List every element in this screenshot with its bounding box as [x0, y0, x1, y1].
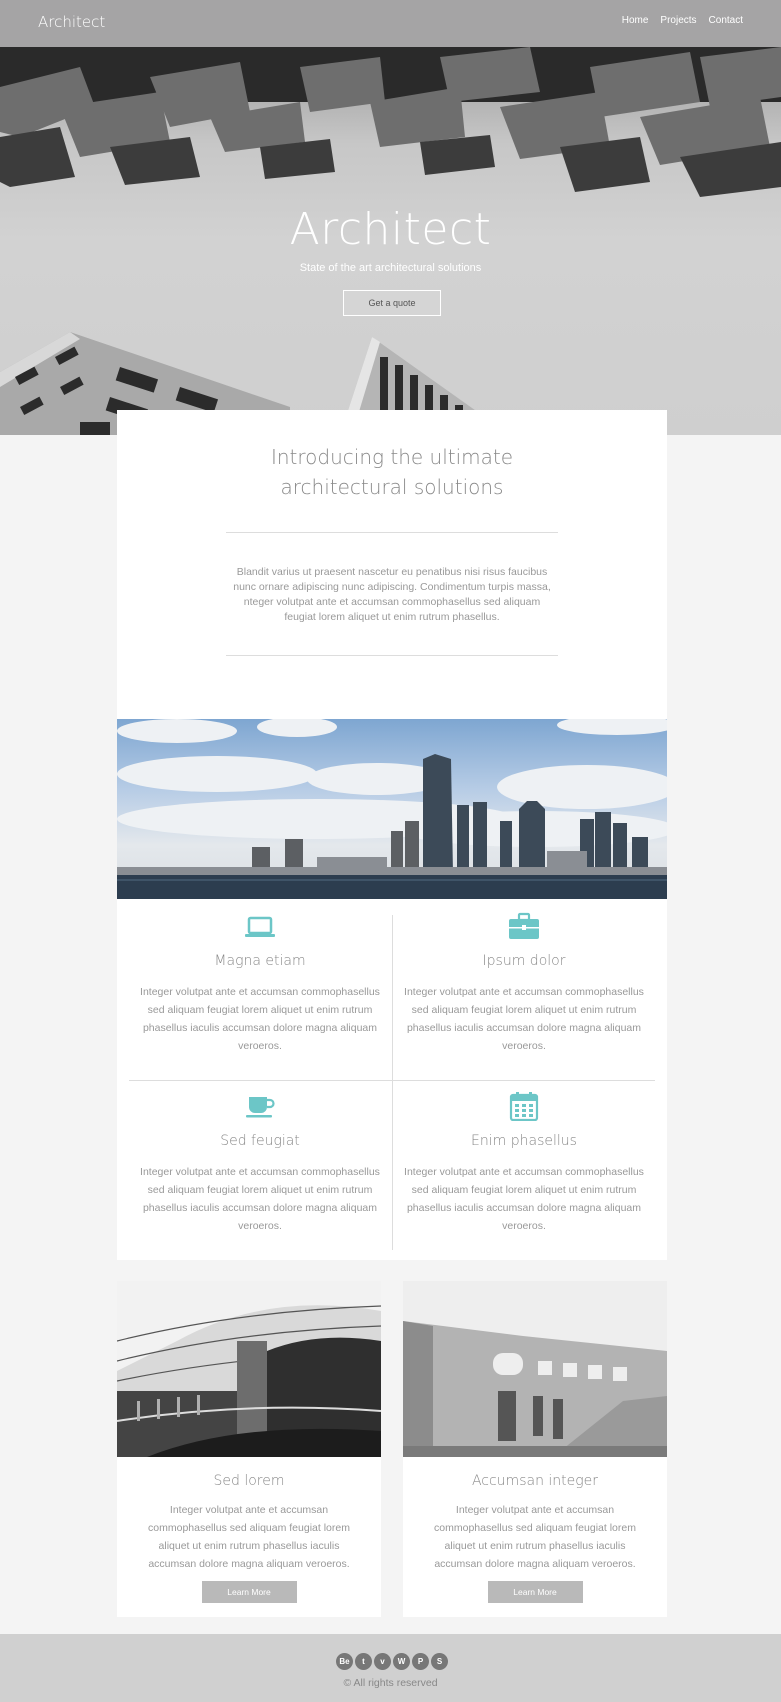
main-nav: Home Projects Contact [622, 15, 743, 26]
copyright-text: © All rights reserved [343, 1677, 438, 1689]
briefcase-icon [507, 911, 541, 941]
top-navbar: Architect Home Projects Contact [0, 0, 781, 47]
hero-banner: Architect State of the art architectural… [0, 47, 781, 435]
feature-text: Integer volutpat ante et accumsan commop… [140, 986, 380, 1052]
intro-heading: Introducing the ultimate architectural s… [270, 445, 514, 499]
nav-contact-link[interactable]: Contact [709, 15, 743, 26]
city-skyline-image [117, 719, 667, 899]
feature-title: Sed feugiat [220, 1133, 300, 1149]
vimeo-icon[interactable]: v [374, 1653, 391, 1670]
card-text: Integer volutpat ante et accumsan commop… [148, 1504, 350, 1570]
card-title: Accumsan integer [471, 1473, 599, 1489]
feature-item: Magna etiam Integer volutpat ante et acc… [129, 911, 391, 1055]
feature-item: Ipsum dolor Integer volutpat ante et acc… [393, 911, 655, 1055]
main-panel: Introducing the ultimate architectural s… [117, 410, 667, 1260]
nav-home-link[interactable]: Home [622, 15, 649, 26]
pinterest-icon[interactable]: P [412, 1653, 429, 1670]
laptop-icon [243, 911, 277, 941]
features-grid: Magna etiam Integer volutpat ante et acc… [117, 899, 667, 1260]
coffee-cup-icon [243, 1091, 277, 1121]
feature-item: Sed feugiat Integer volutpat ante et acc… [129, 1091, 391, 1235]
behance-icon[interactable]: Be [336, 1653, 353, 1670]
project-card: Sed lorem Integer volutpat ante et accum… [117, 1281, 381, 1617]
learn-more-button[interactable]: Learn More [201, 1581, 297, 1603]
social-links: Be t v W P S [336, 1653, 448, 1670]
feature-item: Enim phasellus Integer volutpat ante et … [393, 1091, 655, 1235]
skype-icon[interactable]: S [431, 1653, 448, 1670]
feature-title: Enim phasellus [471, 1133, 577, 1149]
card-title: Sed lorem [213, 1473, 285, 1489]
learn-more-button[interactable]: Learn More [487, 1581, 583, 1603]
intro-text: Blandit varius ut praesent nascetur eu p… [233, 566, 551, 623]
wordpress-icon[interactable]: W [393, 1653, 410, 1670]
feature-title: Magna etiam [214, 953, 306, 969]
brand-logo[interactable]: Architect [38, 13, 105, 31]
calendar-icon [507, 1091, 541, 1122]
divider [226, 655, 558, 656]
divider [226, 532, 558, 533]
feature-text: Integer volutpat ante et accumsan commop… [404, 1166, 644, 1232]
card-image-interior [117, 1281, 381, 1457]
divider [129, 1080, 655, 1081]
get-quote-button[interactable]: Get a quote [343, 290, 441, 316]
hero-subtitle: State of the art architectural solutions [299, 262, 482, 274]
card-image-building [403, 1281, 667, 1457]
feature-text: Integer volutpat ante et accumsan commop… [404, 986, 644, 1052]
card-text: Integer volutpat ante et accumsan commop… [434, 1504, 636, 1570]
feature-title: Ipsum dolor [482, 953, 566, 969]
project-card: Accumsan integer Integer volutpat ante e… [403, 1281, 667, 1617]
tumblr-icon[interactable]: t [355, 1653, 372, 1670]
intro-section: Introducing the ultimate architectural s… [117, 410, 667, 719]
footer: Be t v W P S © All rights reserved [0, 1634, 781, 1702]
nav-projects-link[interactable]: Projects [660, 15, 696, 26]
hero-title: Architect [289, 204, 492, 255]
feature-text: Integer volutpat ante et accumsan commop… [140, 1166, 380, 1232]
